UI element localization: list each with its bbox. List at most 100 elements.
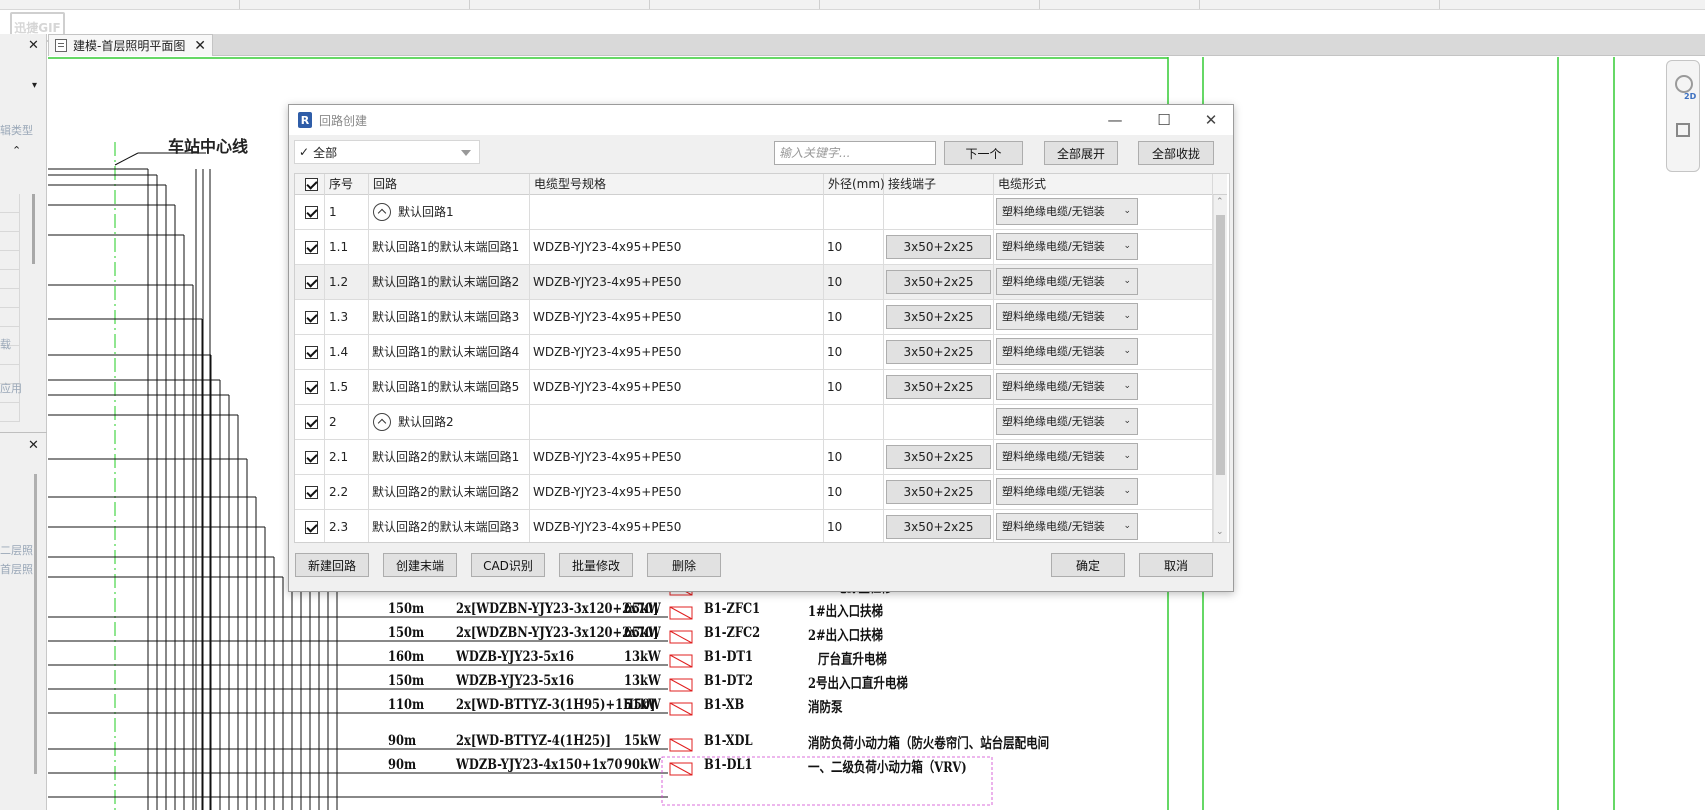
- terminal-button[interactable]: 3x50+2x25: [886, 515, 991, 539]
- batch-modify-button[interactable]: 批量修改: [559, 553, 633, 577]
- col-header-no[interactable]: 序号: [325, 174, 369, 195]
- row-checkbox[interactable]: [305, 346, 318, 359]
- row-checkbox[interactable]: [305, 276, 318, 289]
- delete-button[interactable]: 删除: [647, 553, 721, 577]
- table-row[interactable]: 1.4 默认回路1的默认末端回路4 WDZB-YJY23-4x95+PE50 10 3x…: [295, 335, 1213, 370]
- tab-close-icon[interactable]: ✕: [194, 38, 206, 54]
- expand-all-button[interactable]: 全部展开: [1044, 141, 1118, 165]
- browser-item-floor2[interactable]: 二层照: [0, 542, 33, 558]
- cable-form-select[interactable]: 塑料绝缘电缆/无铠装 ⌄: [996, 408, 1138, 435]
- cell-no: 1.2: [325, 265, 369, 300]
- browser-scrollbar[interactable]: [34, 474, 37, 774]
- col-header-spec[interactable]: 电缆型号规格: [530, 174, 824, 195]
- next-button[interactable]: 下一个: [944, 141, 1023, 165]
- collapse-group-icon[interactable]: [373, 202, 391, 221]
- row-checkbox[interactable]: [305, 451, 318, 464]
- cell-spec: WDZB-YJY23-4x95+PE50: [530, 475, 824, 510]
- properties-panel: ✕ ▾ 辑类型 ⌃ 载 应用 ✕ 二层照 首层照: [0, 34, 47, 810]
- minimize-icon[interactable]: —: [1104, 110, 1126, 130]
- cable-form-select[interactable]: 塑料绝缘电缆/无铠装 ⌄: [996, 443, 1138, 470]
- cell-terminal: [884, 405, 994, 440]
- edit-type-label[interactable]: 辑类型: [0, 122, 33, 138]
- type-dropdown-chevron-icon[interactable]: ▾: [32, 80, 37, 91]
- terminal-button[interactable]: 3x50+2x25: [886, 375, 991, 399]
- ok-button[interactable]: 确定: [1051, 553, 1125, 577]
- table-group-row[interactable]: 1 默认回路1 塑料绝缘电缆/无铠装 ⌄: [295, 195, 1213, 230]
- row-checkbox[interactable]: [305, 311, 318, 324]
- cable-form-select[interactable]: 塑料绝缘电缆/无铠装 ⌄: [996, 233, 1138, 260]
- cable-form-select[interactable]: 塑料绝缘电缆/无铠装 ⌄: [996, 373, 1138, 400]
- cad-length: 150m: [388, 673, 425, 689]
- table-group-row[interactable]: 2 默认回路2 塑料绝缘电缆/无铠装 ⌄: [295, 405, 1213, 440]
- row-checkbox[interactable]: [305, 521, 318, 534]
- create-terminal-button[interactable]: 创建末端: [383, 553, 457, 577]
- scroll-up-icon[interactable]: ⌃: [1216, 197, 1224, 207]
- row-checkbox[interactable]: [305, 381, 318, 394]
- terminal-button[interactable]: 3x50+2x25: [886, 480, 991, 504]
- keyword-search-input[interactable]: [774, 141, 936, 165]
- property-label: 载: [0, 338, 11, 351]
- tab-floor-lighting-plan[interactable]: 建模-首层照明平面图 ✕: [48, 34, 213, 56]
- cable-form-select[interactable]: 塑料绝缘电缆/无铠装 ⌄: [996, 198, 1138, 225]
- row-checkbox[interactable]: [305, 486, 318, 499]
- scroll-thumb[interactable]: [1216, 215, 1225, 475]
- cable-form-select[interactable]: 塑料绝缘电缆/无铠装 ⌄: [996, 478, 1138, 505]
- scroll-down-icon[interactable]: ⌄: [1216, 527, 1224, 537]
- cancel-button[interactable]: 取消: [1139, 553, 1213, 577]
- table-row[interactable]: 1.5 默认回路1的默认末端回路5 WDZB-YJY23-4x95+PE50 10 3x…: [295, 370, 1213, 405]
- col-header-diameter[interactable]: 外径(mm): [824, 174, 885, 195]
- properties-close-icon[interactable]: ✕: [28, 38, 39, 53]
- collapse-section-icon[interactable]: ⌃: [12, 144, 21, 157]
- table-scrollbar[interactable]: ⌃ ⌄: [1213, 195, 1227, 542]
- table-row[interactable]: 2.1 默认回路2的默认末端回路1 WDZB-YJY23-4x95+PE50 10 3x…: [295, 440, 1213, 475]
- browser-item-floor1[interactable]: 首层照: [0, 561, 33, 577]
- row-check-cell: [295, 300, 325, 335]
- cable-form-select[interactable]: 塑料绝缘电缆/无铠装 ⌄: [996, 338, 1138, 365]
- table-row[interactable]: 2.3 默认回路2的默认末端回路3 WDZB-YJY23-4x95+PE50 10 3x…: [295, 510, 1213, 542]
- dropdown-arrow-icon: [461, 150, 471, 156]
- table-row[interactable]: 1.1 默认回路1的默认末端回路1 WDZB-YJY23-4x95+PE50 10 3x…: [295, 230, 1213, 265]
- col-header-terminal[interactable]: 接线端子: [884, 174, 994, 195]
- col-header-circuit[interactable]: 回路: [369, 174, 530, 195]
- project-browser-close-icon[interactable]: ✕: [28, 438, 39, 453]
- terminal-button[interactable]: 3x50+2x25: [886, 305, 991, 329]
- circuit-filter-select[interactable]: ✓ 全部: [294, 140, 480, 164]
- close-icon[interactable]: ✕: [1200, 110, 1222, 130]
- new-circuit-button[interactable]: 新建回路: [295, 553, 369, 577]
- table-row[interactable]: 1.3 默认回路1的默认末端回路3 WDZB-YJY23-4x95+PE50 10 3x…: [295, 300, 1213, 335]
- terminal-button[interactable]: 3x50+2x25: [886, 235, 991, 259]
- cable-form-value: 塑料绝缘电缆/无铠装: [1002, 520, 1105, 533]
- dialog-titlebar[interactable]: R 回路创建 — ☐ ✕: [289, 105, 1233, 135]
- cad-description: 1#出入口扶梯: [808, 604, 884, 620]
- navigation-bar[interactable]: 2D: [1666, 60, 1700, 172]
- chevron-down-icon: ⌄: [1123, 451, 1131, 461]
- row-checkbox[interactable]: [305, 241, 318, 254]
- chevron-down-icon: ⌄: [1123, 206, 1131, 216]
- cad-length: 160m: [388, 649, 425, 665]
- apply-label[interactable]: 应用: [0, 380, 22, 396]
- properties-scrollbar[interactable]: [32, 194, 35, 264]
- row-checkbox[interactable]: [305, 206, 318, 219]
- cable-form-select[interactable]: 塑料绝缘电缆/无铠装 ⌄: [996, 303, 1138, 330]
- terminal-button[interactable]: 3x50+2x25: [886, 340, 991, 364]
- row-check-cell: [295, 195, 325, 230]
- row-checkbox[interactable]: [305, 416, 318, 429]
- cable-form-select[interactable]: 塑料绝缘电缆/无铠装 ⌄: [996, 268, 1138, 295]
- steering-wheel-icon[interactable]: [1675, 75, 1693, 93]
- col-header-cable-form[interactable]: 电缆形式: [994, 174, 1213, 195]
- property-grid[interactable]: [0, 194, 20, 444]
- cable-form-select[interactable]: 塑料绝缘电缆/无铠装 ⌄: [996, 513, 1138, 540]
- select-all-checkbox[interactable]: [305, 178, 318, 191]
- view-mode-badge: 2D: [1684, 92, 1697, 101]
- table-row[interactable]: 2.2 默认回路2的默认末端回路2 WDZB-YJY23-4x95+PE50 10 3x…: [295, 475, 1213, 510]
- cad-recognize-button[interactable]: CAD识别: [471, 553, 545, 577]
- maximize-icon[interactable]: ☐: [1153, 110, 1175, 130]
- table-row[interactable]: 1.2 默认回路1的默认末端回路2 WDZB-YJY23-4x95+PE50 10 3x…: [295, 265, 1213, 300]
- collapse-group-icon[interactable]: [373, 412, 391, 431]
- cable-form-value: 塑料绝缘电缆/无铠装: [1002, 485, 1105, 498]
- terminal-button[interactable]: 3x50+2x25: [886, 445, 991, 469]
- zoom-region-icon[interactable]: [1676, 123, 1690, 137]
- row-check-cell: [295, 405, 325, 440]
- collapse-all-button[interactable]: 全部收拢: [1138, 141, 1214, 165]
- terminal-button[interactable]: 3x50+2x25: [886, 270, 991, 294]
